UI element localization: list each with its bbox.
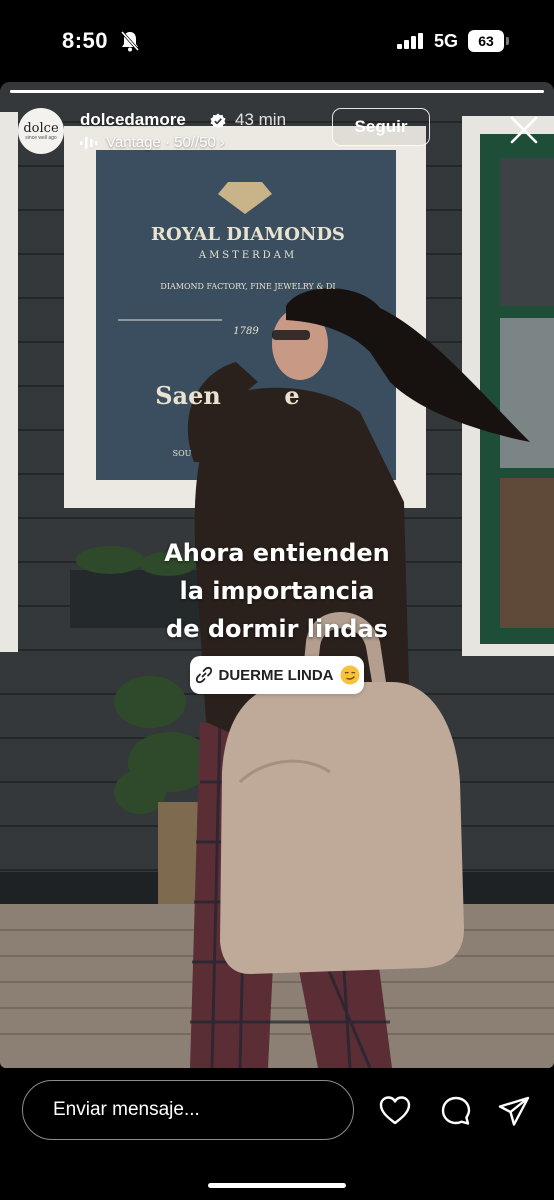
follow-button[interactable]: Seguir [332,108,430,146]
sign-footer: SOU [173,449,192,458]
music-track[interactable]: Vantage · 50//50 › [80,134,225,151]
story-progress-bar [10,90,544,93]
sign-bottom-right: e [284,381,299,410]
message-input[interactable]: Enviar mensaje... [22,1080,354,1140]
link-label: DUERME LINDA [218,666,334,684]
status-bar: 8:50 5G 63 [0,0,554,82]
story-timestamp: 43 min [235,110,287,129]
sign-bottom: Saen [155,381,221,410]
verified-badge-icon [210,113,226,129]
send-icon[interactable] [497,1094,531,1128]
audio-bars-icon [80,136,98,149]
sign-year: 1789 [233,326,259,337]
network-type: 5G [434,31,459,51]
caption-line: la importancia [179,577,375,605]
caption-line: de dormir lindas [166,615,388,643]
avatar-logo-text: dolce [23,120,59,136]
sign-tagline: DIAMOND FACTORY, FINE JEWELRY & DI [160,282,335,291]
battery-level: 63 [468,30,504,52]
username[interactable]: dolcedamore [80,110,186,130]
chevron-right-icon: › [219,134,225,151]
smirk-emoji-icon [340,665,359,685]
story-viewer[interactable]: ROYAL DIAMONDS AMSTERDAM DIAMOND FACTORY… [0,82,554,1068]
sign-city: AMSTERDAM [198,250,297,261]
bottom-bar: Enviar mensaje... [0,1068,554,1200]
avatar-logo-subtext: since well ago [25,134,57,141]
home-indicator [208,1183,346,1188]
avatar[interactable]: dolce since well ago [18,108,64,154]
comment-icon[interactable] [439,1094,473,1128]
status-time: 8:50 [62,28,109,53]
bell-slash-icon [120,31,140,52]
heart-icon[interactable] [378,1094,412,1128]
battery-tip [506,37,509,45]
signal-icon [397,33,423,49]
story-progress-fill [10,90,544,93]
story-caption: Ahora entienden la importancia de dormir… [0,534,554,648]
link-sticker[interactable]: DUERME LINDA [190,656,364,694]
link-icon [195,666,212,684]
music-label: Vantage · 50//50 [106,134,216,151]
caption-line: Ahora entienden [164,539,390,567]
sign-title: ROYAL DIAMONDS [151,224,345,245]
close-icon[interactable] [508,114,540,146]
